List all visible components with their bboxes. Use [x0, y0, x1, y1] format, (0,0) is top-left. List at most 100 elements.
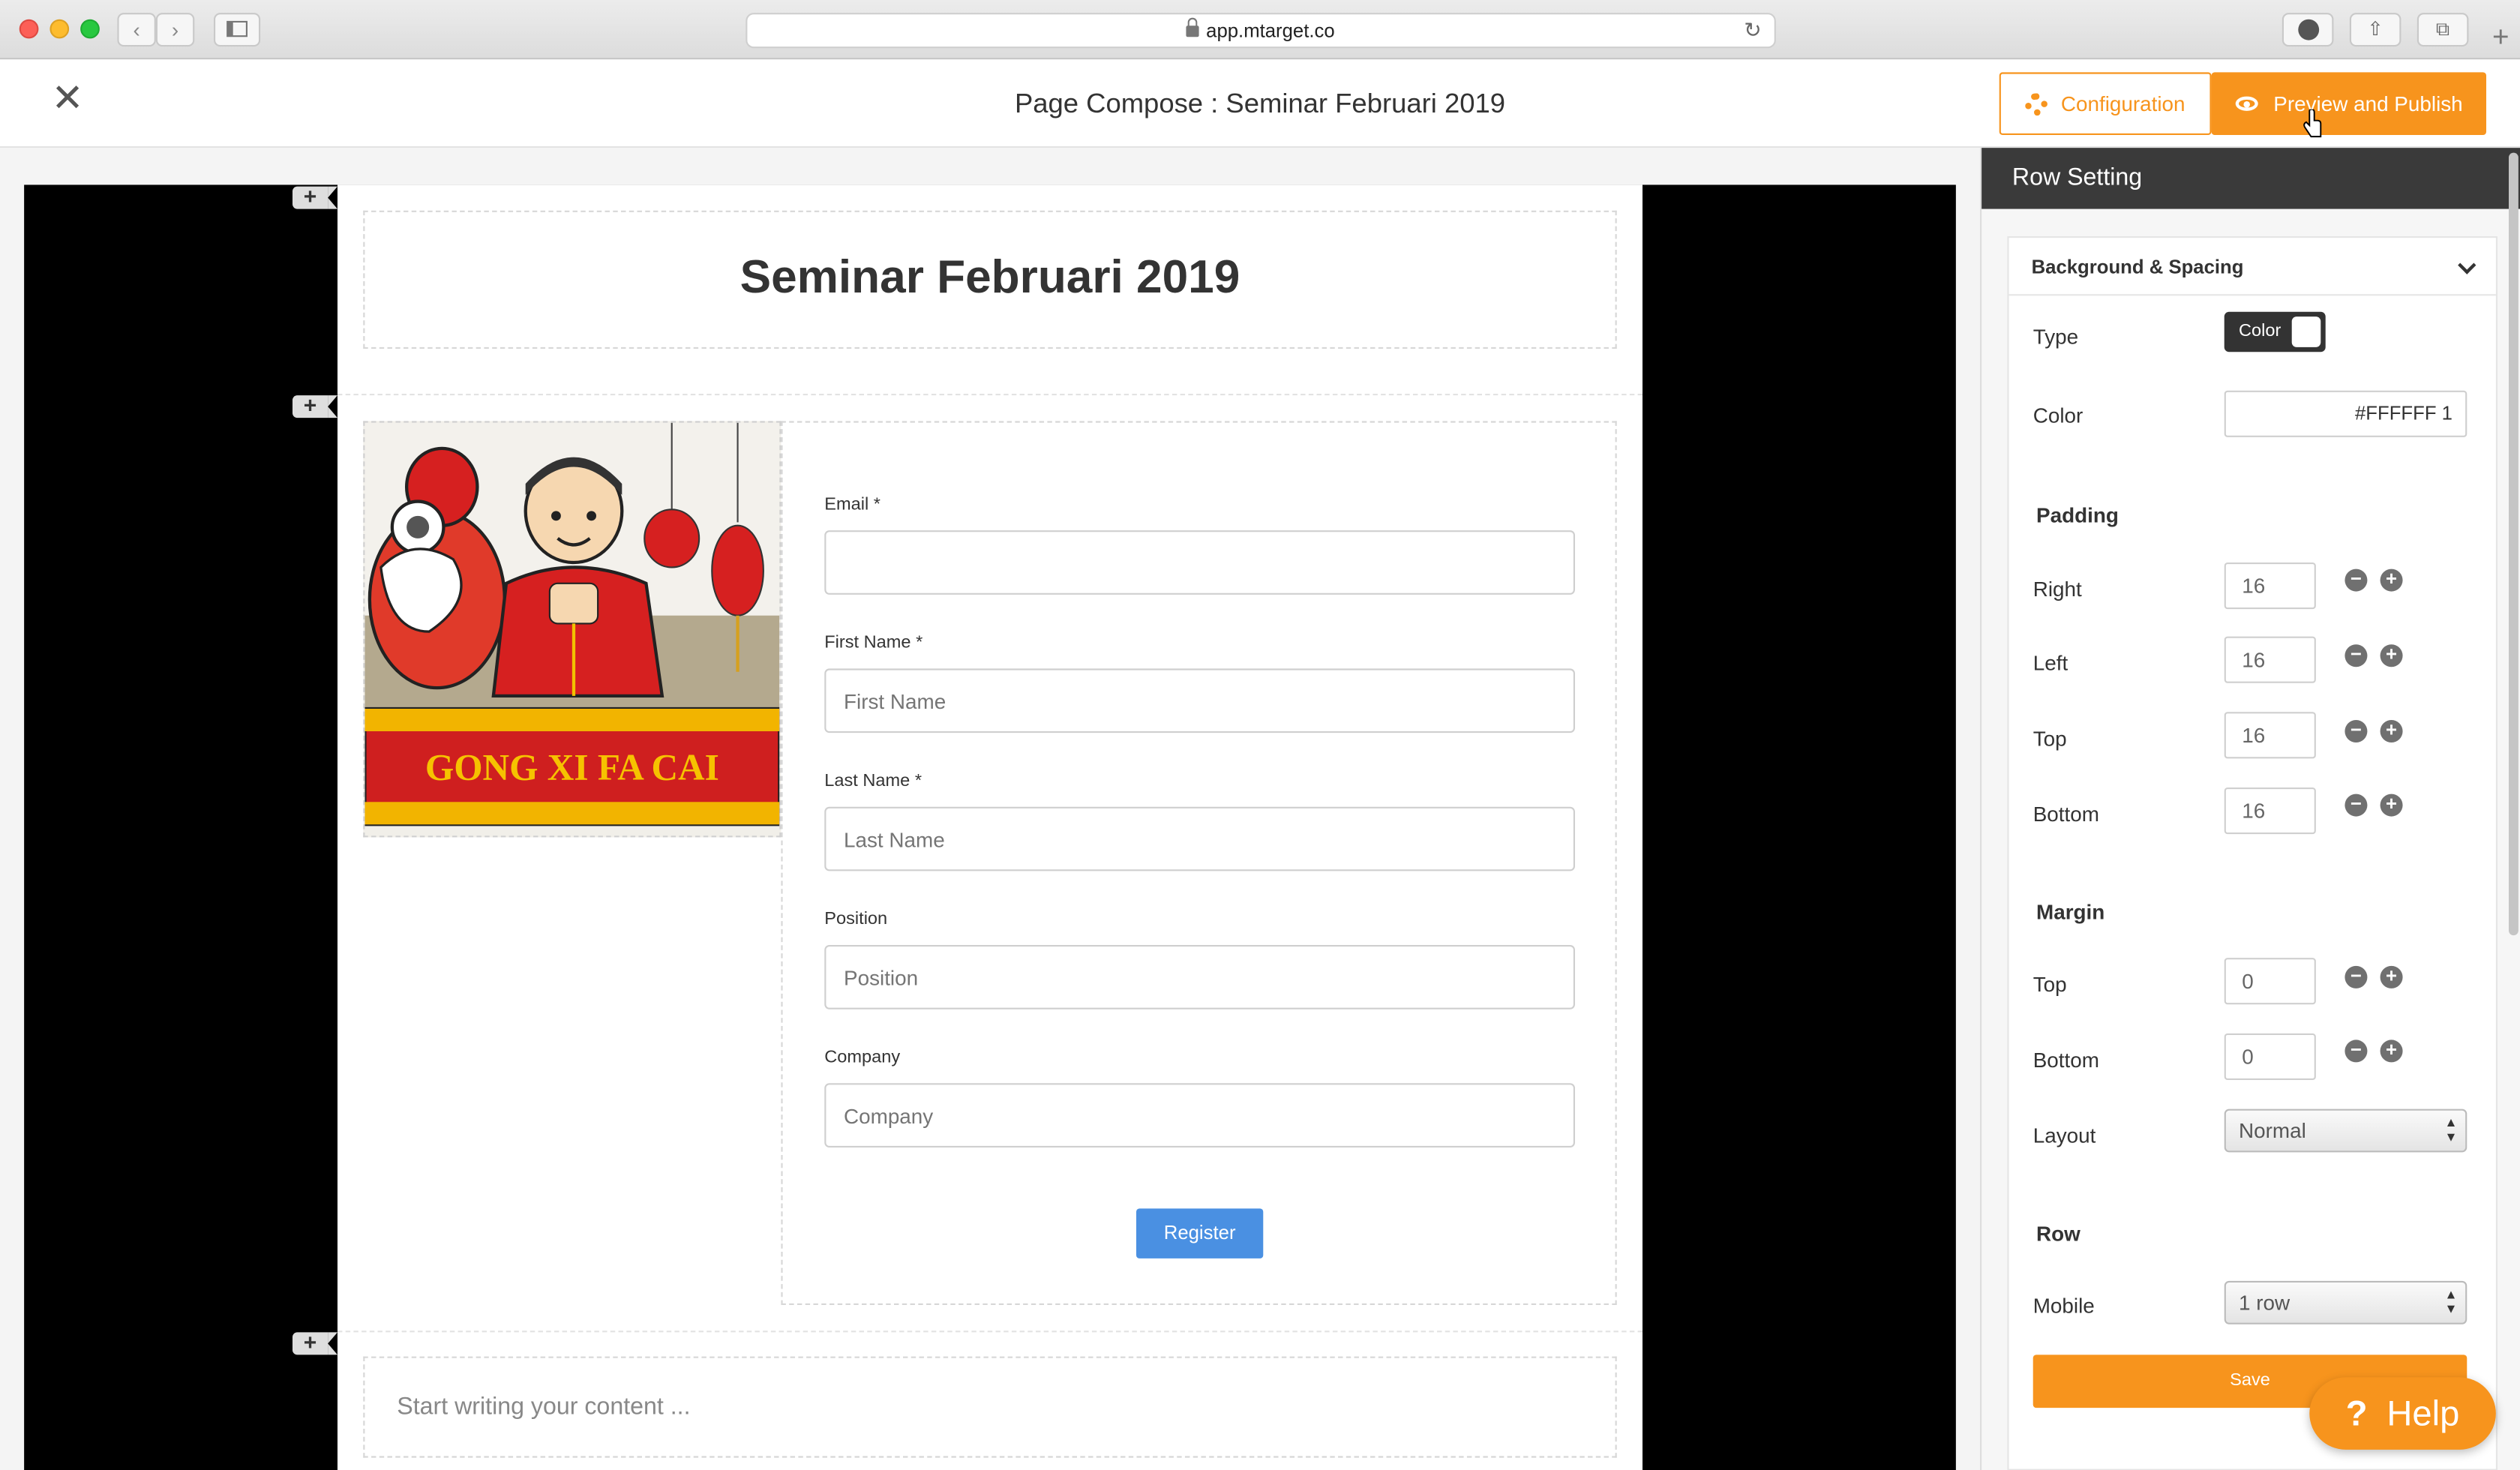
color-label: Color [2032, 403, 2084, 428]
row-divider [338, 394, 1642, 396]
panel-scrollbar[interactable] [2509, 152, 2518, 936]
content-placeholder: Start writing your content ... [397, 1393, 691, 1421]
plus-icon: + [2492, 20, 2510, 53]
panel-title: Row Setting [1982, 148, 2520, 209]
minus-icon[interactable]: − [2344, 568, 2368, 592]
download-icon [2297, 19, 2319, 40]
tabs-icon: ⧉ [2435, 17, 2450, 40]
minus-icon[interactable]: − [2344, 794, 2368, 817]
plus-icon: + [303, 392, 317, 418]
padding-top-input[interactable]: 16 [2224, 712, 2316, 759]
email-input[interactable] [824, 530, 1575, 595]
app-root: ‹ › app.mtarget.co ↻ ⇧ ⧉ + ✕ Page Compos… [0, 0, 2520, 1470]
plus-icon[interactable]: + [2380, 794, 2403, 817]
title-block[interactable]: Seminar Februari 2019 [363, 210, 1617, 349]
padding-bottom-label: Bottom [2032, 802, 2099, 826]
new-tab-button[interactable]: + [2482, 16, 2520, 58]
address-bar[interactable]: app.mtarget.co ↻ [746, 13, 1776, 49]
position-input[interactable] [824, 945, 1575, 1010]
first-name-input[interactable] [824, 668, 1575, 734]
margin-top-input[interactable]: 0 [2224, 958, 2316, 1005]
downloads-button[interactable] [2282, 13, 2334, 47]
preview-publish-label: Preview and Publish [2273, 92, 2463, 116]
configuration-button[interactable]: Configuration [1999, 72, 2212, 135]
layout-select-value: Normal [2239, 1118, 2306, 1143]
select-arrows-icon: ▲ ▼ [2444, 1115, 2458, 1144]
add-row-button[interactable]: + [292, 392, 338, 418]
sidebar-icon [226, 20, 248, 38]
margin-top-label: Top [2032, 972, 2067, 997]
chevron-down-icon [2458, 256, 2476, 274]
url-text: app.mtarget.co [1206, 19, 1335, 42]
minus-icon[interactable]: − [2344, 719, 2368, 742]
margin-bottom-input[interactable]: 0 [2224, 1033, 2316, 1080]
plus-icon[interactable]: + [2380, 644, 2403, 668]
padding-bottom-input[interactable]: 16 [2224, 788, 2316, 835]
color-input[interactable]: #FFFFFF 1 [2224, 390, 2468, 437]
section-title: Background & Spacing [2031, 255, 2244, 278]
plus-icon[interactable]: + [2380, 568, 2403, 592]
lock-icon [1186, 17, 1200, 38]
type-label: Type [2032, 324, 2079, 349]
window-close-button[interactable] [19, 19, 39, 39]
mobile-select-value: 1 row [2239, 1290, 2290, 1315]
padding-heading: Padding [2036, 502, 2119, 527]
reload-icon[interactable]: ↻ [1744, 14, 1761, 46]
minus-icon[interactable]: − [2344, 1039, 2368, 1063]
minus-icon[interactable]: − [2344, 965, 2368, 988]
first-name-label: First Name * [824, 633, 923, 652]
add-row-button[interactable]: + [292, 184, 338, 209]
plus-icon: + [303, 183, 317, 209]
plus-icon[interactable]: + [2380, 965, 2403, 988]
register-button[interactable]: Register [1136, 1208, 1264, 1258]
mobile-select[interactable]: 1 row ▲ ▼ [2224, 1280, 2468, 1324]
gong-xi-fa-cai-illustration: GONG XI FA CAI [364, 422, 780, 826]
position-label: Position [824, 909, 888, 929]
image-block[interactable]: GONG XI FA CAI [363, 421, 782, 838]
share-button[interactable]: ⇧ [2349, 13, 2402, 47]
margin-bottom-label: Bottom [2032, 1048, 2099, 1072]
margin-heading: Margin [2036, 900, 2105, 925]
plus-icon[interactable]: + [2380, 1039, 2403, 1063]
forward-button[interactable]: › [155, 13, 195, 47]
configuration-label: Configuration [2060, 92, 2186, 116]
row-divider [338, 1330, 1642, 1333]
last-name-label: Last Name * [824, 771, 922, 791]
tabs-overview-button[interactable]: ⧉ [2416, 13, 2469, 47]
share-icon: ⇧ [2367, 17, 2384, 40]
add-row-button[interactable]: + [292, 1329, 338, 1355]
toggle-knob [2291, 316, 2321, 347]
browser-toolbar: ‹ › app.mtarget.co ↻ ⇧ ⧉ + [0, 0, 2520, 60]
plus-icon[interactable]: + [2380, 719, 2403, 742]
layout-select[interactable]: Normal ▲ ▼ [2224, 1108, 2468, 1153]
company-input[interactable] [824, 1083, 1575, 1148]
question-icon: ? [2345, 1393, 2368, 1434]
type-toggle[interactable]: Color [2224, 311, 2326, 352]
padding-right-input[interactable]: 16 [2224, 562, 2316, 610]
pointer-cursor-icon [2303, 109, 2322, 138]
minus-icon[interactable]: − [2344, 644, 2368, 668]
email-label: Email * [824, 495, 880, 514]
chevron-right-icon: › [171, 17, 179, 42]
text-content-block[interactable]: Start writing your content ... [363, 1356, 1617, 1458]
sidebar-toggle-button[interactable] [214, 13, 261, 47]
padding-left-input[interactable]: 16 [2224, 636, 2316, 683]
plus-icon: + [303, 1329, 317, 1355]
back-button[interactable]: ‹ [117, 13, 156, 47]
padding-top-label: Top [2032, 726, 2067, 751]
row-heading: Row [2036, 1221, 2080, 1246]
eye-icon [2234, 96, 2258, 111]
padding-right-label: Right [2032, 577, 2082, 602]
chevron-left-icon: ‹ [133, 17, 140, 42]
window-minimize-button[interactable] [50, 19, 70, 39]
window-zoom-button[interactable] [80, 19, 100, 39]
help-button[interactable]: ? Help [2309, 1377, 2496, 1450]
company-label: Company [824, 1048, 901, 1067]
preview-publish-button[interactable]: Preview and Publish [2211, 72, 2486, 135]
banner-text: GONG XI FA CAI [425, 746, 719, 788]
background-spacing-header[interactable]: Background & Spacing [2008, 238, 2496, 296]
last-name-input[interactable] [824, 806, 1575, 872]
type-toggle-label: Color [2239, 321, 2282, 341]
mobile-label: Mobile [2032, 1294, 2095, 1318]
select-arrows-icon: ▲ ▼ [2444, 1287, 2458, 1316]
